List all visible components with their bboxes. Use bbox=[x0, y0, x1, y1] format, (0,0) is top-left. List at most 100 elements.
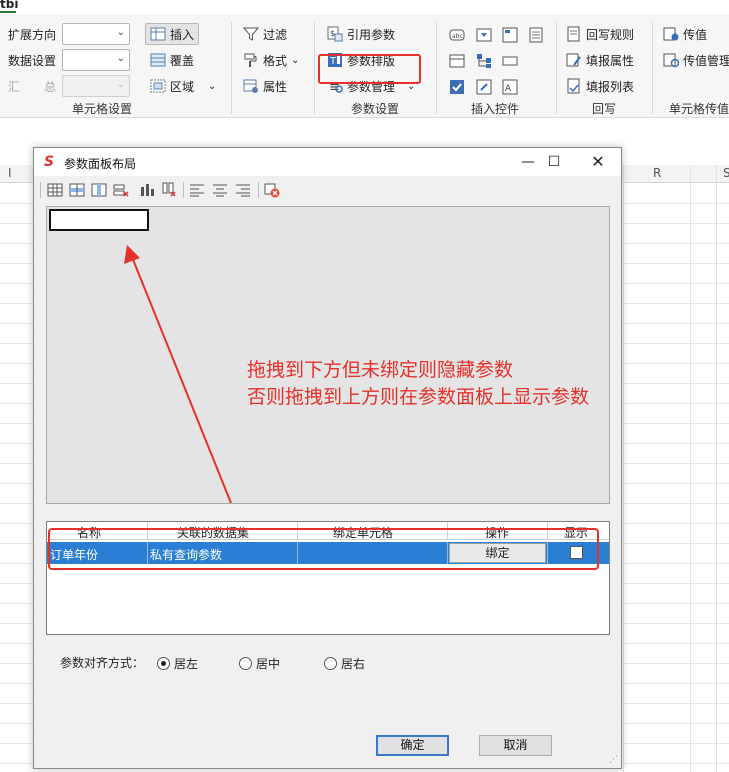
reference-param-button[interactable]: $ 引用参数 bbox=[327, 23, 395, 45]
group-divider bbox=[231, 22, 232, 114]
column-letter-r: R bbox=[653, 166, 662, 180]
label-control-icon[interactable]: A bbox=[502, 79, 518, 95]
fill-list-icon bbox=[566, 78, 582, 94]
fill-attribute-button[interactable]: 填报属性 bbox=[566, 49, 634, 71]
ribbon-tab-active[interactable]: tbi bbox=[0, 0, 18, 11]
radio-unselected-icon bbox=[239, 657, 252, 670]
column-chart-icon[interactable] bbox=[139, 182, 155, 198]
align-center-icon[interactable] bbox=[212, 182, 228, 198]
link-control-icon[interactable] bbox=[476, 79, 492, 95]
insert-table-icon bbox=[150, 26, 166, 42]
toolbar-grip bbox=[40, 182, 41, 198]
ribbon: 扩展方向 ⌄ 数据设置 ⌄ 汇 总 ⌄ 插入 覆盖 区域 ⌄ 单元格设置 过滤 … bbox=[0, 14, 729, 118]
writeback-rule-label: 回写规则 bbox=[586, 27, 635, 42]
insert-label: 插入 bbox=[170, 27, 195, 42]
expand-direction-dropdown[interactable]: ⌄ bbox=[62, 23, 130, 45]
chevron-down-icon: ⌄ bbox=[208, 80, 217, 92]
checkbox-control-icon[interactable] bbox=[449, 79, 465, 95]
summary-label: 汇 总 bbox=[8, 80, 57, 94]
align-center-radio[interactable]: 居中 bbox=[239, 655, 280, 672]
align-center-label: 居中 bbox=[256, 657, 281, 671]
text-box-control-icon[interactable]: abc bbox=[449, 27, 465, 43]
chevron-down-icon: ⌄ bbox=[116, 27, 125, 38]
group-divider bbox=[556, 22, 557, 114]
chevron-down-icon: ⌄ bbox=[116, 79, 125, 90]
filter-button[interactable]: 过滤 bbox=[243, 23, 287, 45]
clear-delete-icon[interactable] bbox=[264, 182, 280, 198]
minimize-icon[interactable]: — bbox=[515, 152, 541, 172]
maximize-icon[interactable]: ☐ bbox=[541, 152, 567, 172]
param-panel-layout-dialog: S 参数面板布局 — ☐ ✕ 拖拽到下方但未绑定则隐藏参数 否则拖拽到上方则在参… bbox=[33, 147, 622, 769]
area-table-icon bbox=[150, 78, 166, 94]
dialog-toolbar bbox=[34, 176, 621, 204]
align-right-icon[interactable] bbox=[235, 182, 251, 198]
grid-table-icon[interactable] bbox=[47, 182, 63, 198]
group-divider bbox=[652, 22, 653, 114]
svg-text:abc: abc bbox=[452, 33, 463, 40]
writeback-group-label: 回写 bbox=[592, 102, 617, 116]
date-control-icon[interactable] bbox=[449, 53, 465, 69]
column-letter-i: I bbox=[8, 166, 12, 180]
pass-manage-icon bbox=[663, 52, 679, 68]
data-settings-label: 数据设置 bbox=[8, 54, 57, 68]
pass-manage-label: 传值管理 bbox=[683, 53, 729, 68]
resize-grip-icon[interactable]: ⋰ bbox=[609, 755, 618, 765]
reference-param-label: 引用参数 bbox=[347, 27, 396, 42]
pass-manage-button[interactable]: 传值管理 bbox=[663, 49, 729, 71]
attribute-table-icon bbox=[243, 78, 259, 94]
ribbon-tab-strip: tbi bbox=[0, 0, 729, 14]
param-settings-group-label: 参数设置 bbox=[351, 102, 400, 116]
dialog-title: 参数面板布局 bbox=[64, 157, 137, 171]
align-right-radio[interactable]: 居右 bbox=[324, 655, 365, 672]
active-tab-underline bbox=[0, 11, 16, 13]
area-button[interactable]: 区域 ⌄ bbox=[150, 75, 216, 97]
pass-value-button[interactable]: 传值 bbox=[663, 23, 707, 45]
pass-value-label: 传值 bbox=[683, 27, 708, 42]
area-label: 区域 bbox=[170, 79, 195, 94]
summary-dropdown: ⌄ bbox=[62, 75, 130, 97]
align-left-radio[interactable]: 居左 bbox=[157, 655, 198, 672]
fill-list-button[interactable]: 填报列表 bbox=[566, 75, 634, 97]
writeback-rule-icon bbox=[566, 26, 582, 42]
cover-table-icon bbox=[150, 52, 166, 68]
tree-control-icon[interactable] bbox=[476, 53, 492, 69]
svg-text:$: $ bbox=[330, 29, 335, 38]
insert-row-icon[interactable] bbox=[69, 182, 85, 198]
writeback-rule-button[interactable]: 回写规则 bbox=[566, 23, 634, 45]
toolbar-divider bbox=[183, 182, 184, 198]
format-button[interactable]: 格式 ⌄ bbox=[243, 49, 299, 71]
input-control-icon[interactable] bbox=[502, 53, 518, 69]
format-brush-icon bbox=[243, 52, 259, 68]
ok-button[interactable]: 确定 bbox=[376, 735, 449, 756]
close-icon[interactable]: ✕ bbox=[585, 152, 611, 172]
cell-settings-group-label: 单元格设置 bbox=[72, 102, 133, 116]
format-label: 格式 bbox=[263, 53, 288, 68]
align-right-label: 居右 bbox=[341, 657, 366, 671]
dialog-titlebar[interactable]: S 参数面板布局 — ☐ ✕ bbox=[34, 148, 621, 176]
grid-line bbox=[716, 165, 717, 772]
app-logo-icon: S bbox=[44, 154, 55, 170]
data-settings-dropdown[interactable]: ⌄ bbox=[62, 49, 130, 71]
param-layout-canvas[interactable]: 拖拽到下方但未绑定则隐藏参数 否则拖拽到上方则在参数面板上显示参数 bbox=[46, 206, 610, 504]
align-left-icon[interactable] bbox=[189, 182, 205, 198]
attribute-button[interactable]: 属性 bbox=[243, 75, 287, 97]
toolbar-divider bbox=[258, 182, 259, 198]
cancel-button[interactable]: 取消 bbox=[479, 735, 552, 756]
multi-list-control-icon[interactable] bbox=[528, 27, 544, 43]
param-layout-highlight bbox=[318, 54, 421, 84]
cover-button[interactable]: 覆盖 bbox=[150, 49, 194, 71]
align-mode-label: 参数对齐方式： bbox=[60, 656, 145, 670]
expand-direction-label: 扩展方向 bbox=[8, 28, 57, 42]
svg-text:A: A bbox=[505, 84, 512, 94]
cover-label: 覆盖 bbox=[170, 53, 195, 68]
column-letter-s: S bbox=[723, 166, 729, 180]
insert-button[interactable]: 插入 bbox=[145, 23, 200, 45]
fill-attribute-label: 填报属性 bbox=[586, 53, 635, 68]
dropdown-control-icon[interactable] bbox=[476, 27, 492, 43]
delete-row-icon[interactable] bbox=[113, 182, 129, 198]
list-control-icon[interactable] bbox=[502, 27, 518, 43]
insert-column-icon[interactable] bbox=[91, 182, 107, 198]
attribute-label: 属性 bbox=[263, 79, 288, 94]
filter-label: 过滤 bbox=[263, 27, 288, 42]
delete-column-icon[interactable] bbox=[161, 182, 177, 198]
